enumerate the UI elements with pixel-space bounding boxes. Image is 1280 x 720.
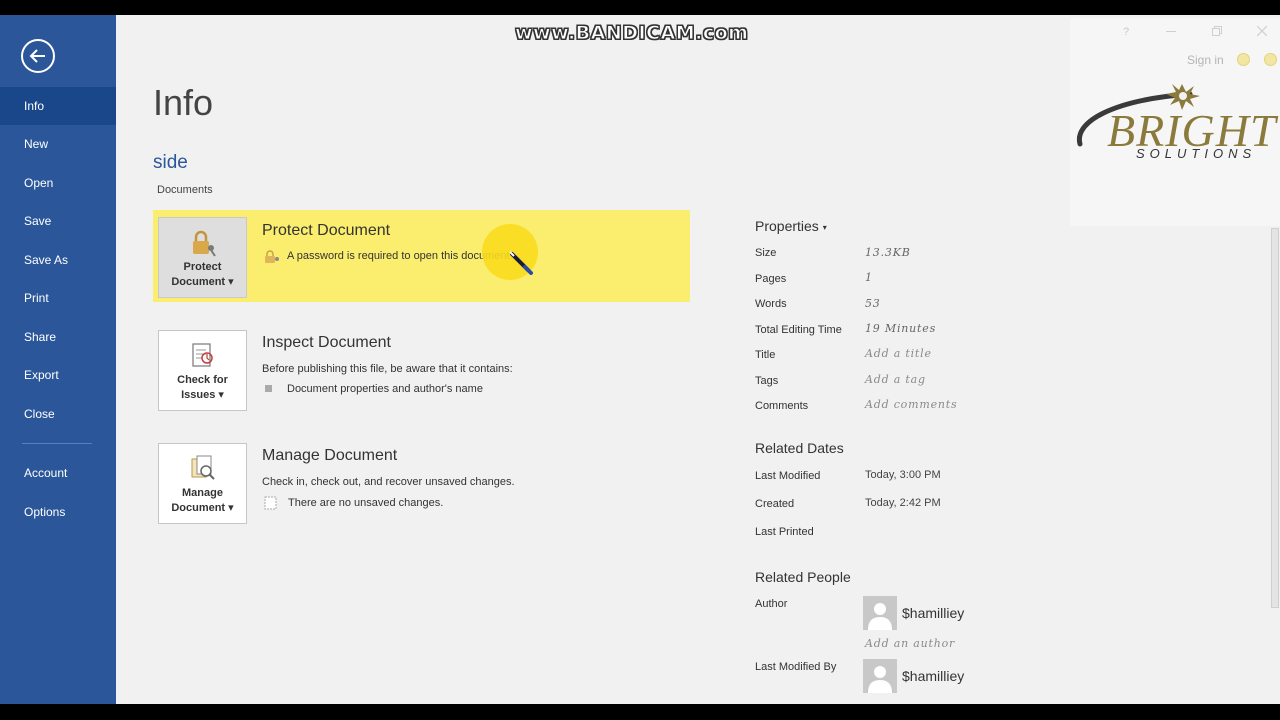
nav-divider bbox=[22, 443, 92, 444]
property-key: Total Editing Time bbox=[755, 324, 842, 336]
related-people-heading: Related People bbox=[755, 569, 851, 585]
nav-new[interactable]: New bbox=[0, 125, 116, 163]
manage-document-section: Manage Document ▾ Manage Document Check … bbox=[153, 435, 690, 527]
related-dates-heading: Related Dates bbox=[755, 440, 844, 456]
last-modified-value: Today, 3:00 PM bbox=[865, 469, 941, 481]
property-key: Pages bbox=[755, 273, 787, 285]
manage-document-button[interactable]: Manage Document ▾ bbox=[158, 443, 247, 524]
date-key: Created bbox=[755, 498, 795, 510]
nav-close[interactable]: Close bbox=[0, 395, 116, 433]
chevron-down-icon: ▾ bbox=[822, 222, 827, 232]
avatar bbox=[863, 659, 897, 693]
manage-document-detail: There are no unsaved changes. bbox=[288, 497, 444, 509]
property-key: Title bbox=[755, 349, 776, 361]
minimize-icon[interactable] bbox=[1166, 31, 1176, 33]
logo-subtitle: SOLUTIONS bbox=[1136, 146, 1257, 161]
property-key: Tags bbox=[755, 375, 779, 387]
date-key: Last Printed bbox=[755, 526, 814, 538]
inspect-document-icon bbox=[192, 343, 213, 367]
protect-document-title: Protect Document bbox=[262, 222, 391, 239]
protect-document-status: A password is required to open this docu… bbox=[287, 250, 513, 262]
protect-document-button[interactable]: Protect Document ▾ bbox=[158, 217, 247, 298]
back-arrow-icon bbox=[29, 49, 45, 63]
protect-document-button-label: Protect Document bbox=[171, 261, 226, 288]
avatar bbox=[863, 596, 897, 630]
title-field[interactable]: Add a title bbox=[865, 347, 932, 360]
property-value-pages: 1 bbox=[865, 271, 873, 284]
property-value-words: 53 bbox=[865, 297, 881, 310]
person-icon bbox=[868, 666, 892, 693]
nav-save-as[interactable]: Save As bbox=[0, 241, 116, 279]
nav-share[interactable]: Share bbox=[0, 318, 116, 356]
tags-field[interactable]: Add a tag bbox=[865, 373, 926, 386]
lock-icon bbox=[265, 250, 279, 263]
add-author-field[interactable]: Add an author bbox=[865, 637, 955, 650]
close-icon[interactable] bbox=[1257, 26, 1267, 36]
frown-feedback-icon[interactable] bbox=[1264, 53, 1277, 66]
person-icon bbox=[868, 603, 892, 630]
date-key: Last Modified bbox=[755, 470, 821, 482]
inspect-document-detail: Document properties and author's name bbox=[287, 383, 483, 395]
nav-info[interactable]: Info bbox=[0, 87, 116, 125]
protect-document-section: Protect Document ▾ Protect Document A pa… bbox=[153, 210, 690, 302]
scrollbar-thumb[interactable] bbox=[1271, 228, 1279, 608]
property-key: Comments bbox=[755, 400, 809, 412]
page-title: Info bbox=[153, 82, 214, 123]
top-black-bar bbox=[0, 0, 1280, 15]
comments-field[interactable]: Add comments bbox=[865, 398, 957, 411]
chevron-down-icon: ▾ bbox=[218, 389, 224, 401]
last-modified-by-name[interactable]: $hamilliey bbox=[902, 668, 964, 684]
nav-account[interactable]: Account bbox=[0, 454, 116, 492]
manage-document-description: Check in, check out, and recover unsaved… bbox=[262, 476, 515, 488]
nav-options[interactable]: Options bbox=[0, 493, 116, 531]
bullet-square-icon bbox=[265, 385, 272, 392]
document-icon bbox=[264, 496, 277, 510]
manage-document-title: Manage Document bbox=[262, 447, 398, 464]
property-key: Size bbox=[755, 247, 777, 259]
sign-in-link[interactable]: Sign in bbox=[1187, 53, 1224, 67]
chevron-down-icon: ▾ bbox=[228, 502, 234, 514]
nav-save[interactable]: Save bbox=[0, 202, 116, 240]
recording-watermark: www.BANDICAM.com bbox=[514, 22, 749, 45]
bottom-black-bar bbox=[0, 704, 1280, 720]
inspect-document-description: Before publishing this file, be aware th… bbox=[262, 363, 513, 375]
smile-feedback-icon[interactable] bbox=[1237, 53, 1250, 66]
inspect-document-title: Inspect Document bbox=[262, 334, 391, 351]
nav-open[interactable]: Open bbox=[0, 164, 116, 202]
manage-document-button-label: Manage Document bbox=[171, 487, 226, 514]
property-value-editing-time: 19 Minutes bbox=[865, 322, 937, 335]
created-value: Today, 2:42 PM bbox=[865, 497, 941, 509]
property-value-size: 13.3KB bbox=[865, 246, 911, 259]
backstage-sidebar: Info New Open Save Save As Print Share E… bbox=[0, 15, 116, 704]
check-for-issues-button[interactable]: Check for Issues ▾ bbox=[158, 330, 247, 411]
author-name[interactable]: $hamilliey bbox=[902, 605, 964, 621]
inspect-document-section: Check for Issues ▾ Inspect Document Befo… bbox=[153, 322, 690, 414]
properties-heading[interactable]: Properties ▾ bbox=[755, 218, 827, 234]
document-name: side bbox=[153, 152, 188, 173]
nav-export[interactable]: Export bbox=[0, 356, 116, 394]
property-key: Words bbox=[755, 298, 787, 310]
help-button[interactable]: ? bbox=[1123, 26, 1129, 38]
restore-icon[interactable] bbox=[1212, 26, 1222, 36]
author-label: Author bbox=[755, 598, 788, 610]
last-modified-by-label: Last Modified By bbox=[755, 661, 837, 673]
chevron-down-icon: ▾ bbox=[228, 276, 234, 288]
nav-print[interactable]: Print bbox=[0, 279, 116, 317]
cursor-pen-icon bbox=[509, 251, 533, 275]
back-arrow-button[interactable] bbox=[21, 39, 55, 73]
manage-document-icon bbox=[191, 455, 215, 480]
document-location[interactable]: Documents bbox=[157, 184, 213, 196]
lock-key-icon bbox=[193, 230, 216, 257]
